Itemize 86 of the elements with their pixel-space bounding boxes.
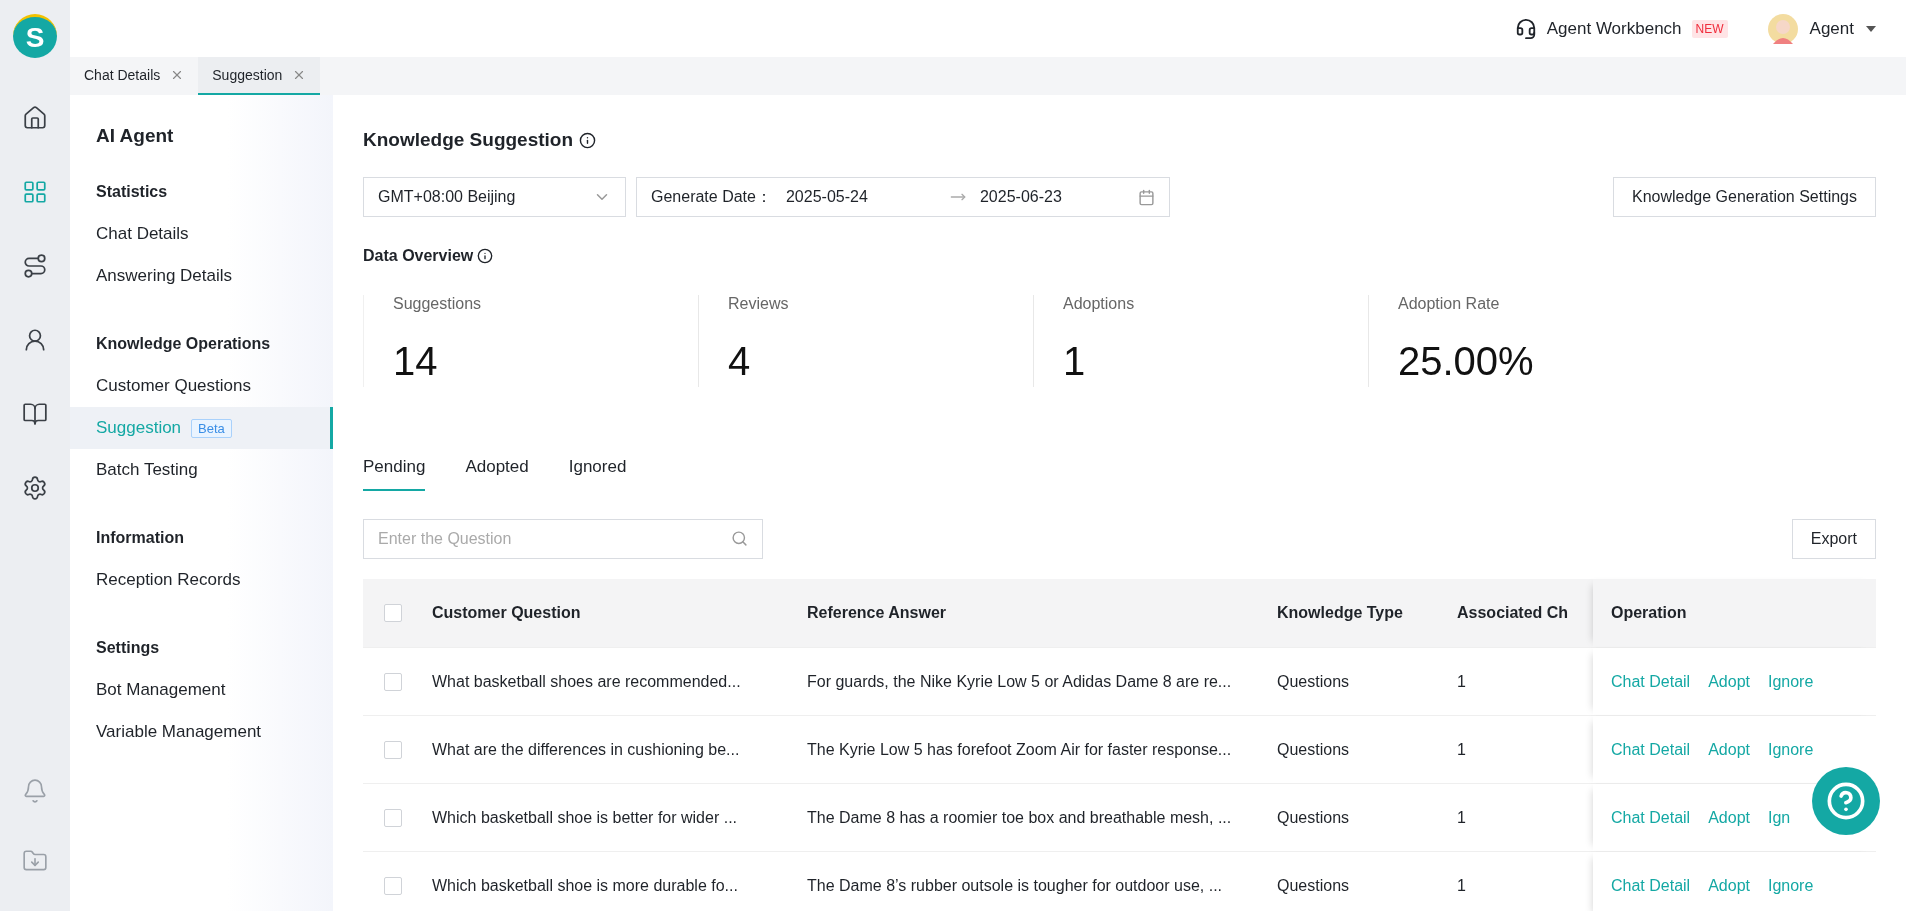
date-range-field[interactable]: Generate Date： 2025-05-24 2025-06-23 <box>636 177 1170 217</box>
settings-icon[interactable] <box>21 474 49 502</box>
nav-item-label: Batch Testing <box>96 460 198 480</box>
beta-badge: Beta <box>191 418 232 438</box>
nav-item-label: Suggestion <box>96 418 182 438</box>
select-all-checkbox[interactable] <box>384 604 402 622</box>
route-icon[interactable] <box>21 252 49 280</box>
nav-item[interactable]: Batch Testing <box>70 449 333 491</box>
search-icon <box>731 530 748 547</box>
table-cell: Which basketball shoe is better for wider ... <box>432 808 738 827</box>
info-icon[interactable] <box>579 131 597 149</box>
row-checkbox[interactable] <box>384 876 402 895</box>
overview-title: Data Overview <box>363 247 474 265</box>
stat-label: Reviews <box>728 295 790 313</box>
status-tab[interactable]: Pending <box>363 457 426 491</box>
page-title: Knowledge Suggestion <box>363 129 574 151</box>
nav-item[interactable]: Bot Management <box>70 669 333 711</box>
table-cell: What are the differences in cushioning be... <box>432 740 740 759</box>
apps-icon[interactable] <box>21 178 49 206</box>
table-cell: The Dame 8’s rubber outsole is tougher for outdoor use, ... <box>807 876 1223 895</box>
table-cell: The Dame 8 has a roomier toe box and breathable mesh, ... <box>807 808 1232 827</box>
nav-item[interactable]: Customer Questions <box>70 365 333 407</box>
search-field[interactable]: Enter the Question <box>363 519 763 559</box>
table-cell: 1 <box>1457 876 1466 895</box>
timezone-select[interactable]: GMT+08:00 Beijing <box>363 177 626 217</box>
generation-settings-button[interactable]: Knowledge Generation Settings <box>1612 177 1876 217</box>
nav-heading: Statistics <box>95 182 169 202</box>
row-checkbox[interactable] <box>384 740 402 759</box>
table-cell: The Kyrie Low 5 has forefoot Zoom Air for faster response... <box>807 740 1232 759</box>
avatar-icon[interactable] <box>1767 13 1798 44</box>
nav-item-label: Reception Records <box>96 570 241 590</box>
new-badge: NEW <box>1691 19 1728 38</box>
calendar-icon <box>1138 188 1155 206</box>
column-header: Knowledge Type <box>1277 604 1403 622</box>
caret-icon[interactable] <box>1866 25 1876 32</box>
page-tab[interactable]: Suggestion <box>198 57 321 95</box>
export-button[interactable]: Export <box>1791 519 1876 559</box>
status-tab[interactable]: Ignored <box>568 457 627 491</box>
table-cell: 1 <box>1457 672 1466 691</box>
nav-item[interactable]: Chat Details <box>70 213 333 255</box>
column-header: Associated Ch <box>1457 604 1569 622</box>
headset-icon <box>1514 17 1537 40</box>
nav-item-label: Variable Management <box>96 722 262 742</box>
nav-item[interactable]: Variable Management <box>70 711 333 753</box>
page-tab[interactable]: Chat Details <box>70 57 199 95</box>
stat-value: 25.00% <box>1398 339 1535 384</box>
nav-item-label: Answering Details <box>96 266 233 286</box>
row-checkbox[interactable] <box>384 672 402 691</box>
row-checkbox[interactable] <box>384 808 402 827</box>
nav-heading: Settings <box>95 638 161 658</box>
user-name[interactable]: Agent <box>1809 18 1854 39</box>
nav-heading: Information <box>95 528 185 548</box>
date-label: Generate Date： <box>651 186 772 207</box>
home-icon[interactable] <box>21 104 49 132</box>
nav-title: AI Agent <box>95 125 175 147</box>
table-cell: For guards, the Nike Kyrie Low 5 or Adidas Dame 8 are re... <box>807 672 1232 691</box>
column-header: Customer Question <box>432 604 581 622</box>
table-cell: Questions <box>1277 876 1350 895</box>
stat-label: Adoptions <box>1063 295 1136 313</box>
column-header: Reference Answer <box>807 604 947 622</box>
table-cell: 1 <box>1457 740 1466 759</box>
table-cell: Questions <box>1277 740 1350 759</box>
table-cell: Questions <box>1277 672 1350 691</box>
workbench-link[interactable]: Agent Workbench <box>1546 18 1682 39</box>
help-icon <box>1826 781 1866 821</box>
app-logo: S <box>13 14 57 58</box>
table-cell: What basketball shoes are recommended... <box>432 672 741 691</box>
start-date: 2025-05-24 <box>785 188 869 206</box>
stat-label: Adoption Rate <box>1398 295 1501 313</box>
column-header: Operation <box>1611 604 1687 622</box>
stat-value: 14 <box>393 339 439 384</box>
table-cell: Which basketball shoe is more durable fo... <box>432 876 738 895</box>
nav-heading: Knowledge Operations <box>95 334 272 354</box>
stat-label: Suggestions <box>393 295 483 313</box>
stat-value: 4 <box>728 339 752 384</box>
end-date: 2025-06-23 <box>979 188 1063 206</box>
nav-item[interactable]: Answering Details <box>70 255 333 297</box>
nav-item[interactable]: Reception Records <box>70 559 333 601</box>
table-cell: Questions <box>1277 808 1350 827</box>
stat-value: 1 <box>1063 339 1087 384</box>
nav-item-label: Bot Management <box>96 680 226 700</box>
info-icon[interactable] <box>477 248 494 264</box>
status-tab[interactable]: Adopted <box>465 457 529 491</box>
nav-item-label: Chat Details <box>96 224 189 244</box>
nav-item-label: Customer Questions <box>96 376 251 396</box>
table-cell: 1 <box>1457 808 1466 827</box>
